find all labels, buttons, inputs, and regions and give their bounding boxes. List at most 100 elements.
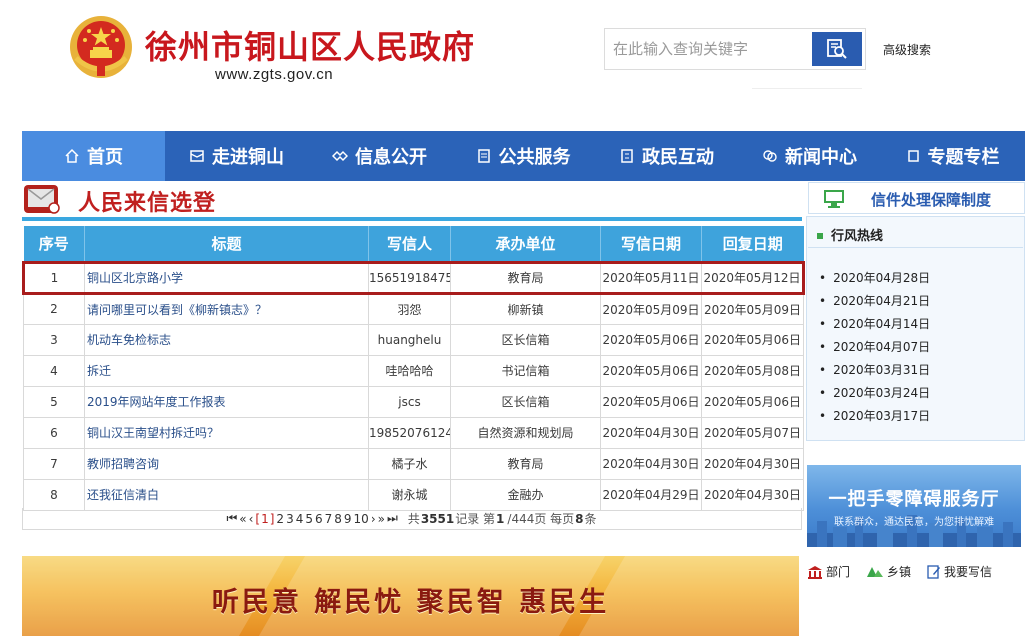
row-unit: 柳新镇 xyxy=(450,292,601,325)
building-icon xyxy=(808,565,822,579)
row-reply-date: 2020年04月30日 xyxy=(701,478,804,511)
home-icon xyxy=(65,148,79,163)
table-row[interactable]: 8 还我征信清白 谢永城 金融办 2020年04月29日 2020年04月30日 xyxy=(23,478,804,511)
page-link[interactable]: 9 xyxy=(344,512,352,526)
hotline-date-link[interactable]: 2020年04月14日 xyxy=(819,313,930,336)
row-reply-date: 2020年04月30日 xyxy=(701,447,804,480)
row-unit: 区长信箱 xyxy=(450,323,601,356)
search-button[interactable] xyxy=(812,32,862,66)
nav-public-service[interactable]: 公共服务 xyxy=(451,131,595,181)
row-unit: 书记信箱 xyxy=(450,354,601,387)
letter-title-link[interactable]: 教师招聘咨询 xyxy=(84,447,369,480)
search-input[interactable] xyxy=(613,38,808,60)
page-link[interactable]: 6 xyxy=(315,512,323,526)
column-header-title: 标题 xyxy=(84,226,369,262)
table-row[interactable]: 4 拆迁 哇哈哈哈 书记信箱 2020年05月06日 2020年05月08日 xyxy=(23,354,804,387)
quick-links: 部门 乡镇 我要写信 xyxy=(807,563,1027,580)
row-sent-date: 2020年04月30日 xyxy=(600,447,702,480)
page-link[interactable]: 2 xyxy=(276,512,284,526)
nav-info-disclosure[interactable]: 信息公开 xyxy=(308,131,451,181)
letter-title-link[interactable]: 请问哪里可以看到《柳新镇志》？ xyxy=(84,292,369,325)
hotline-date-link[interactable]: 2020年03月24日 xyxy=(819,382,930,405)
last-page-button[interactable]: ⏭ xyxy=(387,511,398,526)
slogan-banner: 听民意 解民忧 聚民智 惠民生 xyxy=(22,556,799,636)
first-page-button[interactable]: ⏮ xyxy=(226,511,237,526)
pagination: ⏮ « ‹ [1] 2 3 4 5 6 7 8 9 10 › » ⏭ 共3551… xyxy=(22,508,802,530)
row-reply-date: 2020年05月07日 xyxy=(701,416,804,449)
hotline-title: 行风热线 xyxy=(817,225,883,244)
prev-page-button[interactable]: ‹ xyxy=(249,512,254,526)
nav-special-topics[interactable]: 专题专栏 xyxy=(881,131,1025,181)
chat-icon xyxy=(763,150,777,162)
site-url: www.zgts.gov.cn xyxy=(215,66,334,83)
document-icon xyxy=(477,149,490,163)
row-reply-date: 2020年05月06日 xyxy=(701,323,804,356)
letter-guarantee-link[interactable]: 信件处理保障制度 xyxy=(808,182,1025,214)
nav-news-center[interactable]: 新闻中心 xyxy=(738,131,881,181)
hotline-date-link[interactable]: 2020年03月17日 xyxy=(819,405,930,428)
department-link[interactable]: 部门 xyxy=(807,563,850,580)
next-group-button[interactable]: » xyxy=(378,512,385,526)
row-writer: huanghelu xyxy=(368,323,451,356)
table-row[interactable]: 6 铜山汉王南望村拆迁吗？ 19852076124 自然资源和规划局 2020年… xyxy=(23,416,804,449)
row-unit: 自然资源和规划局 xyxy=(450,416,601,449)
letters-section-title: 人民来信选登 xyxy=(78,191,217,216)
write-letter-link[interactable]: 我要写信 xyxy=(927,563,992,580)
page-link[interactable]: 5 xyxy=(305,512,313,526)
advanced-search-link[interactable]: 高级搜索 xyxy=(883,41,931,58)
pagination-summary: 共3551记录 第1/444页 每页8条 xyxy=(407,512,597,526)
edit-icon xyxy=(927,564,941,579)
page-link[interactable]: 4 xyxy=(296,512,304,526)
slogan-text: 听民意 解民忧 聚民智 惠民生 xyxy=(211,587,610,618)
hotline-date-link[interactable]: 2020年04月07日 xyxy=(819,336,930,359)
site-title: 徐州市铜山区人民政府 xyxy=(145,28,476,66)
computer-icon xyxy=(824,190,844,208)
guarantee-label: 信件处理保障制度 xyxy=(871,191,992,209)
page-link[interactable]: 7 xyxy=(325,512,333,526)
row-sent-date: 2020年04月30日 xyxy=(600,416,702,449)
table-row[interactable]: 2 请问哪里可以看到《柳新镇志》？ 羽怨 柳新镇 2020年05月09日 202… xyxy=(23,292,804,325)
township-link[interactable]: 乡镇 xyxy=(866,563,911,580)
prev-group-button[interactable]: « xyxy=(239,512,246,526)
row-number: 2 xyxy=(23,292,85,325)
hotline-date-link[interactable]: 2020年03月31日 xyxy=(819,359,930,382)
hotline-date-link[interactable]: 2020年04月21日 xyxy=(819,290,930,313)
divider xyxy=(808,247,1023,248)
row-number: 6 xyxy=(23,416,85,449)
letters-section-header: 人民来信选登 xyxy=(22,181,802,221)
letter-title-link[interactable]: 铜山汉王南望村拆迁吗？ xyxy=(84,416,369,449)
table-row[interactable]: 7 教师招聘咨询 橘子水 教育局 2020年04月30日 2020年04月30日 xyxy=(23,447,804,480)
letter-title-link[interactable]: 机动车免检标志 xyxy=(84,323,369,356)
nav-home[interactable]: 首页 xyxy=(22,131,165,181)
quick-link-label: 乡镇 xyxy=(887,565,912,579)
table-row[interactable]: 1 铜山区北京路小学 15651918475 教育局 2020年05月11日 2… xyxy=(22,260,805,295)
section-divider xyxy=(22,217,802,221)
page-link[interactable]: 8 xyxy=(334,512,342,526)
current-page-indicator: [1] xyxy=(255,511,275,526)
quick-link-label: 我要写信 xyxy=(944,565,993,579)
row-sent-date: 2020年05月06日 xyxy=(600,385,702,418)
letter-title-link[interactable]: 拆迁 xyxy=(84,354,369,387)
row-writer: 橘子水 xyxy=(368,447,451,480)
service-hall-title: 一把手零障碍服务厅 xyxy=(828,489,1000,510)
page-link[interactable]: 10 xyxy=(354,512,369,526)
row-number: 8 xyxy=(23,478,85,511)
column-header-sent-date: 写信日期 xyxy=(600,226,702,262)
handshake-icon xyxy=(332,150,348,162)
hotline-panel: 行风热线 2020年04月28日 2020年04月21日 2020年04月14日… xyxy=(806,216,1025,441)
hotline-date-link[interactable]: 2020年04月28日 xyxy=(819,267,930,290)
table-row[interactable]: 3 机动车免检标志 huanghelu 区长信箱 2020年05月06日 202… xyxy=(23,323,804,356)
letter-title-link[interactable]: 2019年网站年度工作报表 xyxy=(84,385,369,418)
service-hall-banner[interactable]: 一把手零障碍服务厅 联系群众，通达民意，为您排忧解难 xyxy=(807,465,1021,547)
letter-title-link[interactable]: 还我征信清白 xyxy=(84,478,369,511)
national-emblem-icon xyxy=(70,16,132,78)
search-icon xyxy=(827,39,847,59)
page-link[interactable]: 3 xyxy=(286,512,294,526)
row-unit: 区长信箱 xyxy=(450,385,601,418)
nav-interaction[interactable]: 政民互动 xyxy=(595,131,738,181)
next-page-button[interactable]: › xyxy=(371,512,376,526)
letter-title-link[interactable]: 铜山区北京路小学 xyxy=(84,260,369,295)
table-row[interactable]: 5 2019年网站年度工作报表 jscs 区长信箱 2020年05月06日 20… xyxy=(23,385,804,418)
nav-about-tongshan[interactable]: 走进铜山 xyxy=(165,131,308,181)
tree-icon xyxy=(867,566,884,577)
